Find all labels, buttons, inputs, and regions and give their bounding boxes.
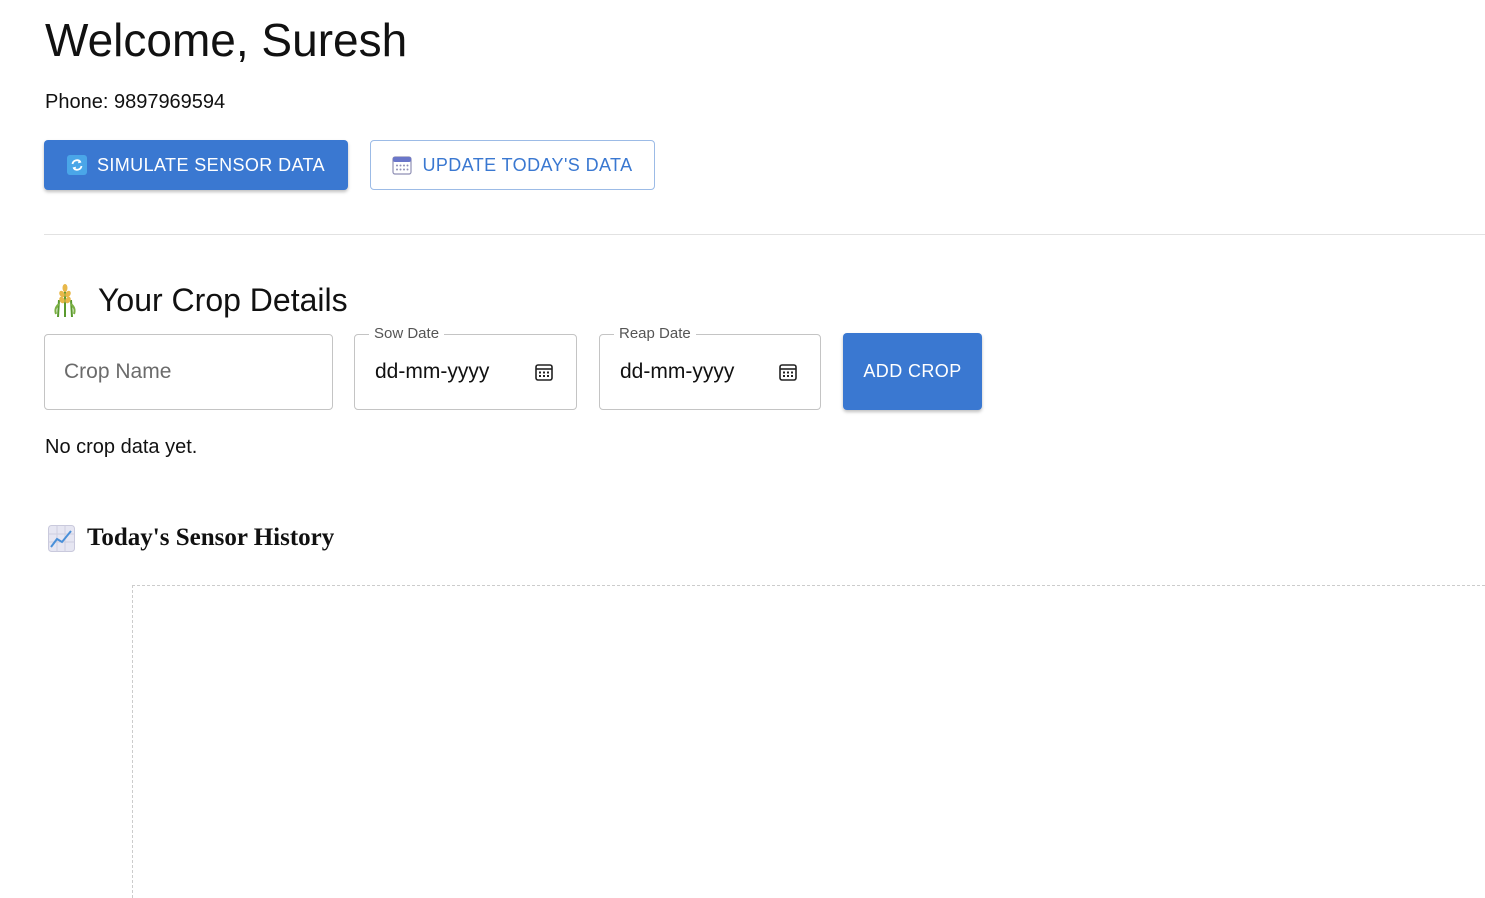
crop-name-input[interactable] <box>45 335 332 409</box>
chart-increasing-icon <box>48 524 75 552</box>
calendar-icon <box>392 155 413 175</box>
calendar-picker-icon[interactable] <box>534 362 554 382</box>
update-todays-data-button[interactable]: UPDATE TODAY'S DATA <box>370 140 655 190</box>
crop-name-field[interactable] <box>44 334 333 410</box>
sensor-history-title: Today's Sensor History <box>87 524 335 551</box>
dashboard-page: Welcome, Suresh Phone: 9897969594 SIMULA… <box>0 0 1485 898</box>
update-todays-data-label: UPDATE TODAY'S DATA <box>422 154 633 175</box>
calendar-picker-icon[interactable] <box>778 362 798 382</box>
crop-details-title: Your Crop Details <box>98 282 348 318</box>
reap-date-label: Reap Date <box>614 324 696 344</box>
empty-crop-message: No crop data yet. <box>45 436 198 458</box>
reap-date-field[interactable]: Reap Date dd-mm-yyyy <box>599 324 821 410</box>
sow-date-value[interactable]: dd-mm-yyyy <box>375 359 489 385</box>
sow-date-label: Sow Date <box>369 324 445 344</box>
welcome-heading: Welcome, Suresh <box>45 14 408 66</box>
simulate-sensor-data-button[interactable]: SIMULATE SENSOR DATA <box>44 140 348 190</box>
section-divider <box>44 234 1485 235</box>
sensor-history-chart-area <box>132 585 1485 898</box>
refresh-icon <box>66 155 87 175</box>
add-crop-button[interactable]: ADD CROP <box>843 333 982 410</box>
phone-text: Phone: 9897969594 <box>45 91 226 113</box>
simulate-sensor-data-label: SIMULATE SENSOR DATA <box>96 154 326 175</box>
reap-date-value[interactable]: dd-mm-yyyy <box>620 359 734 385</box>
sow-date-field[interactable]: Sow Date dd-mm-yyyy <box>354 324 577 410</box>
sensor-history-heading: Today's Sensor History <box>48 522 334 554</box>
wheat-icon <box>50 282 80 318</box>
crop-details-heading: Your Crop Details <box>50 280 348 320</box>
